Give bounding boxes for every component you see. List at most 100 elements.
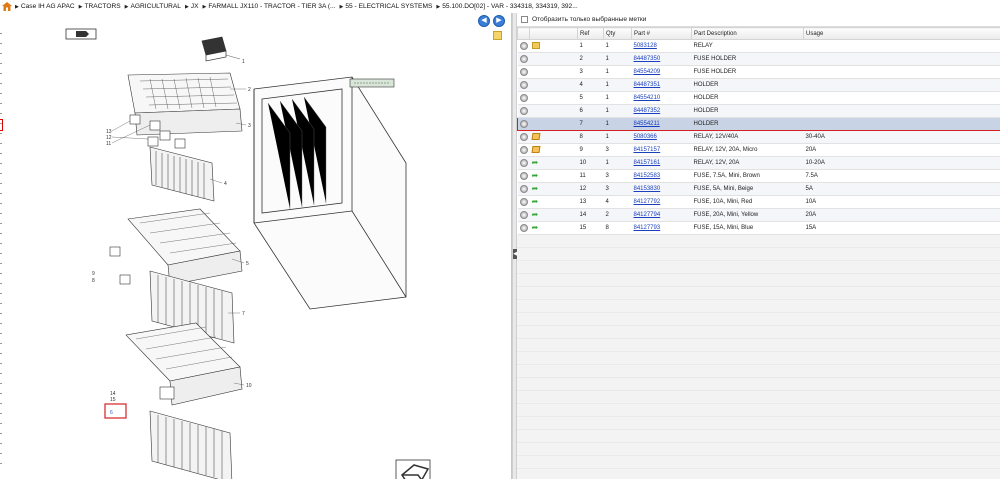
add-to-cart-icon[interactable] [519,224,528,232]
connector-comb-3[interactable] [149,410,233,479]
part-number-link[interactable]: 84127792 [634,199,661,205]
next-page-icon[interactable] [395,459,431,479]
table-row[interactable]: ➦ 14 2 84127794 FUSE, 20A, Mini, Yellow 20A [517,208,1000,222]
part-number-link[interactable]: 84127793 [634,225,661,231]
breadcrumb-item[interactable]: 55.100.DO[02] - VAR - 334318, 334319, 39… [436,3,578,10]
col-part[interactable]: Part # [631,27,692,40]
breadcrumb-item[interactable]: TRACTORS [79,3,120,10]
part-number-link[interactable]: 84127794 [634,212,661,218]
folder-icon [531,42,540,50]
ref-cell: 10 [577,156,604,170]
table-row[interactable]: ➦ 15 8 84127793 FUSE, 15A, Mini, Blue 15A [517,221,1000,235]
row-select-cell[interactable] [517,52,530,66]
table-row[interactable]: 6 1 84487352 HOLDER [517,104,1000,118]
part-number-link[interactable]: 5083128 [634,43,657,49]
add-to-cart-icon[interactable] [519,107,528,115]
description-cell: RELAY [691,39,804,53]
part-number-link[interactable]: 84157161 [634,160,661,166]
show-selected-checkbox[interactable] [521,16,528,23]
col-ref[interactable]: Ref [577,27,604,40]
add-to-cart-icon[interactable] [519,133,528,141]
table-row[interactable]: ➦ 13 4 84127792 FUSE, 10A, Mini, Red 10A [517,195,1000,209]
row-select-cell[interactable] [517,117,530,131]
add-to-cart-icon[interactable] [519,172,528,180]
row-select-cell[interactable] [517,208,530,222]
part-number-link[interactable]: 84487350 [634,56,661,62]
table-row[interactable]: 3 1 84554209 FUSE HOLDER [517,65,1000,79]
row-select-cell[interactable] [517,143,530,157]
part-number-link[interactable]: 84153830 [634,186,661,192]
qty-cell: 3 [603,169,632,183]
table-row[interactable]: 5 1 84554210 HOLDER [517,91,1000,105]
part-number-link[interactable]: 84487352 [634,108,661,114]
fuse-box-housing[interactable] [253,76,407,310]
row-select-cell[interactable] [517,182,530,196]
row-select-cell[interactable] [517,221,530,235]
connector-comb-1[interactable] [149,146,215,202]
relay-bottom[interactable] [159,386,175,400]
table-row[interactable]: 4 1 84487351 HOLDER [517,78,1000,92]
add-to-cart-icon[interactable] [519,42,528,50]
table-row[interactable]: 7 1 84554211 HOLDER [517,117,1000,131]
breadcrumb-item[interactable]: Case IH AG APAC [15,3,75,10]
add-to-cart-icon[interactable] [520,120,528,128]
ref-cell: 5 [577,91,604,105]
part-number-link[interactable]: 5080366 [634,134,657,140]
table-row[interactable]: 9 3 84157157 RELAY, 12V, 20A, Micro 20A [517,143,1000,157]
part-cell: 84153830 [631,182,692,196]
breadcrumb-item[interactable]: JX [185,3,199,10]
fuse-holder-middle[interactable] [127,208,243,286]
diagram-pane: 13 12 11 9 8 6 1 2 3 4 5 7 10 14 15 ◀ ▶ [0,13,512,479]
relay-part[interactable] [201,36,227,62]
col-desc[interactable]: Part Description [691,27,804,40]
row-select-cell[interactable] [517,104,530,118]
table-row[interactable]: 1 1 5083128 RELAY [517,39,1000,53]
breadcrumb-item[interactable]: AGRICULTURAL [125,3,180,10]
view-toggle-icon[interactable] [65,28,97,40]
breadcrumb-item[interactable]: FARMALL JX110 - TRACTOR - TIER 3A (... [203,3,335,10]
row-select-cell[interactable] [517,169,530,183]
description-cell: FUSE, 10A, Mini, Red [691,195,804,209]
callout-label: 1 [242,59,245,65]
table-row[interactable]: 8 1 5080366 RELAY, 12V/40A 30-40A [517,130,1000,144]
row-select-cell[interactable] [517,130,530,144]
col-qty[interactable]: Qty [603,27,632,40]
add-to-cart-icon[interactable] [519,146,528,154]
row-select-cell[interactable] [517,39,530,53]
note-icon[interactable] [493,31,502,40]
add-to-cart-icon[interactable] [519,159,528,167]
parts-diagram[interactable]: 13 12 11 9 8 6 1 2 3 4 5 7 10 14 15 [0,13,512,479]
add-to-cart-icon[interactable] [519,198,528,206]
row-select-cell[interactable] [517,91,530,105]
part-number-link[interactable]: 84554209 [634,69,661,75]
row-select-cell[interactable] [517,156,530,170]
table-row[interactable]: ➦ 10 1 84157161 RELAY, 12V, 20A 10-20A [517,156,1000,170]
part-number-link[interactable]: 84487351 [634,82,661,88]
table-row[interactable]: ➦ 12 3 84153830 FUSE, 5A, Mini, Beige 5A [517,182,1000,196]
replaced-arrow-icon: ➦ [531,210,539,220]
table-row[interactable]: ➦ 11 3 84152583 FUSE, 7.5A, Mini, Brown 7.5A [517,169,1000,183]
part-number-link[interactable]: 84554211 [634,121,660,127]
prev-page-button[interactable]: ◀ [478,15,490,27]
add-to-cart-icon[interactable] [519,94,528,102]
add-to-cart-icon[interactable] [519,55,528,63]
selected-callout[interactable] [104,403,127,419]
part-number-link[interactable]: 84554210 [634,95,661,101]
ref-cell: 13 [577,195,604,209]
home-icon[interactable] [2,2,12,11]
breadcrumb-item[interactable]: 55 - ELECTRICAL SYSTEMS [340,3,432,10]
add-to-cart-icon[interactable] [519,211,528,219]
add-to-cart-icon[interactable] [519,81,528,89]
add-to-cart-icon[interactable] [519,185,528,193]
col-usage[interactable]: Usage [803,27,1000,40]
table-row[interactable]: 2 1 84487350 FUSE HOLDER [517,52,1000,66]
part-number-link[interactable]: 84152583 [634,173,661,179]
next-page-button[interactable]: ▶ [493,15,505,27]
usage-cell [803,52,1000,66]
part-number-link[interactable]: 84157157 [634,147,661,153]
relay-small-middle[interactable] [109,246,131,285]
add-to-cart-icon[interactable] [519,68,528,76]
row-select-cell[interactable] [517,195,530,209]
row-select-cell[interactable] [517,65,530,79]
row-select-cell[interactable] [517,78,530,92]
